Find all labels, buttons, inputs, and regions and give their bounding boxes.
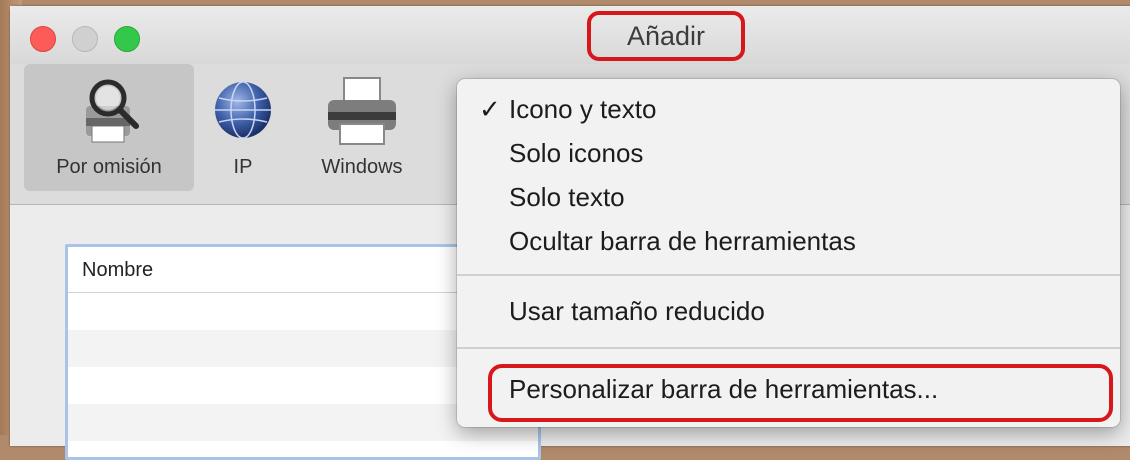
toolbar-item-windows[interactable]: Windows — [294, 64, 430, 191]
menu-item-label: Ocultar barra de herramientas — [509, 226, 856, 256]
maximize-button[interactable] — [114, 26, 140, 52]
window-title: Añadir — [626, 21, 706, 51]
globe-icon — [215, 81, 271, 139]
title-bar — [10, 6, 1130, 64]
menu-item-text-only[interactable]: Solo texto — [457, 177, 1120, 217]
toolbar-item-windows-label: Windows — [321, 156, 403, 178]
title-highlight-box: Añadir — [587, 11, 745, 61]
toolbar-item-default[interactable]: Por omisión — [24, 64, 194, 191]
menu-item-hide-toolbar[interactable]: Ocultar barra de herramientas — [457, 221, 1120, 261]
toolbar-item-default-label: Por omisión — [56, 156, 162, 178]
close-button[interactable] — [30, 26, 56, 52]
toolbar-item-ip-label: IP — [233, 156, 253, 178]
menu-separator — [457, 347, 1120, 349]
menu-item-use-small-size[interactable]: Usar tamaño reducido — [457, 291, 1120, 331]
menu-item-label: Icono y texto — [509, 94, 657, 124]
menu-item-label: Solo iconos — [509, 138, 644, 168]
customize-highlight-box — [488, 364, 1113, 422]
printer-search-icon — [86, 79, 139, 143]
checkmark-icon: ✓ — [479, 94, 501, 124]
menu-separator — [457, 274, 1120, 276]
menu-item-label: Usar tamaño reducido — [509, 296, 765, 326]
menu-item-icon-and-text[interactable]: ✓ Icono y texto — [457, 89, 1120, 129]
menu-item-label: Solo texto — [509, 182, 625, 212]
column-header-name[interactable]: Nombre — [82, 259, 153, 282]
minimize-button[interactable] — [72, 26, 98, 52]
printer-icon — [328, 77, 396, 145]
menu-item-icons-only[interactable]: Solo iconos — [457, 133, 1120, 173]
toolbar-item-ip[interactable]: IP — [200, 64, 286, 191]
